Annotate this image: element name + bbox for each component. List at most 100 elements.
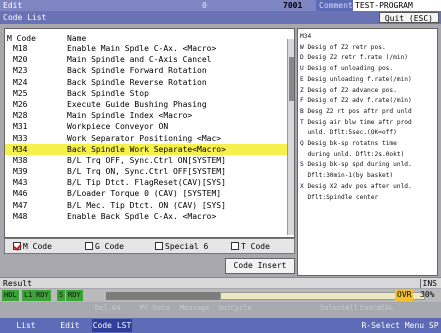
checkbox-icon[interactable] <box>231 242 239 250</box>
row-name: Execute Guide Bushing Phasing <box>67 99 207 109</box>
rdy2-lamp: RDY <box>66 290 83 301</box>
code-detail-panel: M34 W Desig of Z2 retr pos. D Desig Z2 ret… <box>297 28 438 276</box>
gray-indicator <box>106 292 220 300</box>
mode-label: Edit <box>3 1 23 10</box>
row-code: M47 <box>13 200 28 210</box>
list-item[interactable]: M24 Back Spindle Reverse Rotation <box>5 77 288 88</box>
list-scrollbar[interactable] <box>287 39 294 235</box>
filter-label: G Code <box>95 242 124 251</box>
list-item[interactable]: M18 Enable Main Spdle C-Ax. <Macro> <box>5 43 288 54</box>
list-button[interactable]: List <box>6 319 46 332</box>
list-item[interactable]: M31 Workpiece Conveyor ON <box>5 121 288 132</box>
code-detail-text: M34 W Desig of Z2 retr pos. D Desig Z2 ret… <box>300 32 412 203</box>
row-name: B/L Trq ON, Sync.Ctrl OFF[SYSTEM] <box>67 167 226 177</box>
detail-line: M34 <box>300 33 312 40</box>
list-item[interactable]: M25 Back Spindle Stop <box>5 88 288 99</box>
detail-line: Dflt:30min-1(by basket) <box>300 172 394 180</box>
code-rows: M18 Enable Main Spdle C-Ax. <Macro> M20 Ma… <box>5 43 288 222</box>
row-name: B/L Tip Dtct. FlagReset(CAV)[SYS] <box>67 178 226 188</box>
list-item[interactable]: M38 B/L Trq OFF, Sync.Ctrl ON[SYSTEM] <box>5 155 288 166</box>
detail-line: Dflt:Spindle center <box>300 193 379 201</box>
program-number: 7001 <box>283 1 303 10</box>
checkbox-icon[interactable] <box>155 242 163 250</box>
ghost-key: Del.G4 <box>95 304 121 312</box>
row-name: Back Spindle Work Separate<Macro> <box>67 144 226 154</box>
function-key-bar: List Edit Code LST R-Select Menu SP <box>0 318 441 333</box>
checkbox-checked-icon[interactable] <box>13 242 21 250</box>
code-insert-button[interactable]: Code Insert <box>225 258 295 274</box>
zero-indicator: 0 <box>202 1 207 10</box>
detail-line: E Desig unloading f.rate(/min) <box>300 75 412 83</box>
list-item[interactable]: M28 Main Spindle Index <Macro> <box>5 110 288 121</box>
filter-m-code[interactable]: M Code <box>13 242 52 252</box>
list-item[interactable]: M20 Main Spindle and C-Axis Cancel <box>5 54 288 65</box>
list-item[interactable]: M43 B/L Tip Dtct. FlagReset(CAV)[SYS] <box>5 177 288 188</box>
row-code: M46 <box>13 189 28 199</box>
detail-line: T Desig air blw time aftr prod <box>300 118 412 126</box>
filter-label: T Code <box>241 242 270 251</box>
ghost-key: PC-Data <box>140 304 170 312</box>
quit-button[interactable]: Quit (ESC) <box>378 12 439 23</box>
detail-line: during unld. Dflt:2s.0okt) <box>300 150 405 158</box>
detail-line: X Desig X2 adv pos after unld. <box>300 182 412 190</box>
s-lamp: S <box>57 290 66 301</box>
row-name: Enable Back Spdle C-Ax. <Macro> <box>67 211 217 221</box>
list-item[interactable]: M39 B/L Trq ON, Sync.Ctrl OFF[SYSTEM] <box>5 166 288 177</box>
row-name: Enable Main Spdle C-Ax. <Macro> <box>67 44 217 53</box>
result-bar: Result INS <box>0 277 441 288</box>
row-code: M31 <box>13 122 28 132</box>
code-list-button[interactable]: Code LST <box>92 319 132 332</box>
row-code: M26 <box>13 99 28 109</box>
row-name: Main Spindle and C-Axis Cancel <box>67 55 212 65</box>
row-code: M38 <box>13 155 28 165</box>
rdy-lamp: RDY <box>34 290 51 301</box>
row-name: Back Spindle Forward Rotation <box>67 66 207 76</box>
title-bar: Edit 0 7001 Comment TEST-PROGRAM <box>0 0 441 11</box>
row-name: Main Spindle Index <Macro> <box>67 111 193 121</box>
code-list-panel: M Code Name M18 Enable Main Spdle C-Ax. <… <box>4 28 295 238</box>
page-title: Code List <box>3 13 47 22</box>
column-header-code: M Code <box>7 34 36 43</box>
filter-label: M Code <box>23 242 52 251</box>
filter-special[interactable]: Special 6 <box>155 242 208 252</box>
detail-line: S Desig bk-sp spd during unld. <box>300 161 412 169</box>
list-item[interactable]: M48 Enable Back Spdle C-Ax. <Macro> <box>5 211 288 222</box>
checkbox-icon[interactable] <box>85 242 93 250</box>
filter-g-code[interactable]: G Code <box>85 242 124 252</box>
detail-line: U Desig of unloading pos. <box>300 65 394 73</box>
detail-line: F Desig of Z2 adv f.rate(/min) <box>300 97 412 105</box>
edit-button[interactable]: Edit <box>50 319 90 332</box>
list-item[interactable]: M33 Work Separator Positioning <Mac> <box>5 133 288 144</box>
machine-status-bar: HDL L1 RDY S RDY OVR 30% <box>0 289 441 302</box>
detail-line: D Desig Z2 retr f.rate (/min) <box>300 54 409 62</box>
select-menu-button[interactable]: R-Select Menu SP <box>360 319 440 332</box>
row-name: Work Separator Positioning <Mac> <box>67 133 222 143</box>
row-name: Back Spindle Stop <box>67 88 149 98</box>
row-code: M33 <box>13 133 28 143</box>
list-item[interactable]: M47 B/L Mec. Tip Dtct. ON (CAV) [SYS] <box>5 200 288 211</box>
override-value: 30% <box>420 290 435 299</box>
override-label: OVR <box>395 290 414 301</box>
row-code: M39 <box>13 167 28 177</box>
row-code: M24 <box>13 77 28 87</box>
row-code: M20 <box>13 55 28 65</box>
filter-t-code[interactable]: T Code <box>231 242 270 252</box>
l1-lamp: L1 <box>22 290 35 301</box>
program-name: TEST-PROGRAM <box>353 0 441 11</box>
list-item[interactable]: M23 Back Spindle Forward Rotation <box>5 65 288 76</box>
list-item[interactable]: M26 Execute Guide Bushing Phasing <box>5 99 288 110</box>
result-label: Result <box>3 279 32 288</box>
ghost-key: OutCycle <box>218 304 252 312</box>
row-code: M48 <box>13 211 28 221</box>
filter-label: Special 6 <box>165 242 209 251</box>
detail-line: Z Desig of Z2 advance pos. <box>300 86 397 94</box>
list-item[interactable]: M46 B/Loader Torque 0 (CAV) [SYSTEM] <box>5 188 288 199</box>
filter-bar: M Code G Code Special 6 T Code <box>4 238 295 254</box>
ghost-key: CoordCAL <box>360 304 394 312</box>
row-name: B/L Trq OFF, Sync.Ctrl ON[SYSTEM] <box>67 155 226 165</box>
list-item-selected[interactable]: M34 Back Spindle Work Separate<Macro> <box>5 143 288 155</box>
scrollbar-thumb[interactable] <box>289 57 294 101</box>
row-code: M43 <box>13 178 28 188</box>
code-list-header: Code List Quit (ESC) <box>0 11 441 24</box>
column-header-name: Name <box>67 34 87 43</box>
